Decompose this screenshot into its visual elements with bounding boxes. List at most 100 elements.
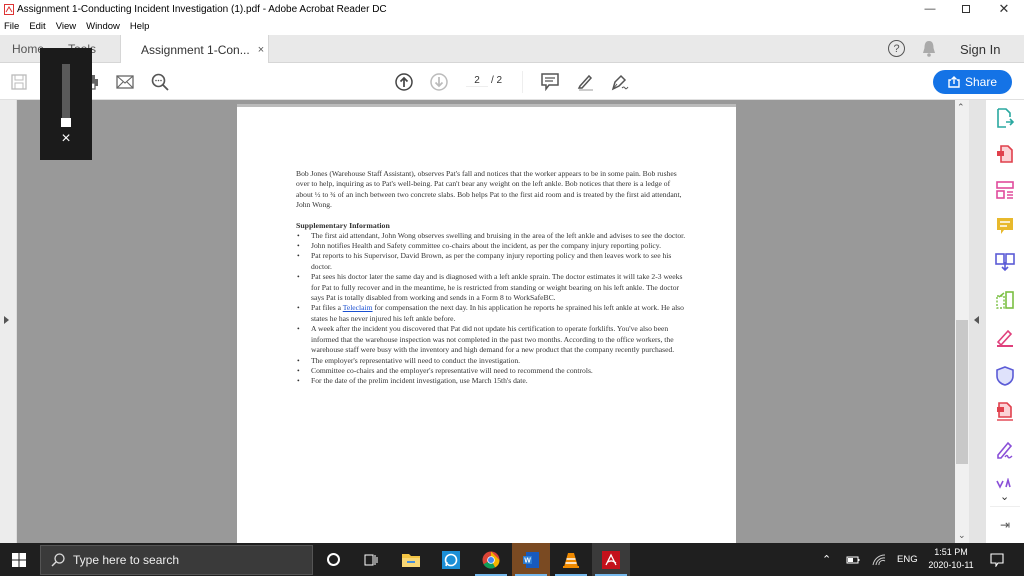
- network-status[interactable]: [872, 543, 886, 576]
- list-item: Pat reports to his Supervisor, David Bro…: [296, 251, 686, 272]
- next-page-button[interactable]: [429, 72, 449, 92]
- pen-nib-sign-icon: [611, 74, 629, 91]
- show-hidden-icons-button[interactable]: ⌃: [822, 543, 831, 576]
- email-icon: [116, 75, 134, 89]
- toolbar: 2 / 2 Share: [0, 63, 1024, 100]
- list-item: The first aid attendant, John Wong obser…: [296, 231, 686, 242]
- tab-document-label: Assignment 1-Con...: [141, 42, 250, 57]
- minimize-button[interactable]: —: [912, 0, 948, 18]
- close-icon: ✕: [998, 1, 1010, 16]
- list-item: For the date of the prelim incident inve…: [296, 376, 686, 387]
- task-view-button[interactable]: [352, 543, 390, 576]
- find-text-button[interactable]: [150, 72, 170, 92]
- taskbar-search-box[interactable]: Type here to search: [40, 545, 313, 575]
- word-icon: W: [523, 551, 539, 568]
- menu-bar: File Edit View Window Help: [0, 18, 1024, 35]
- sign-in-link[interactable]: Sign In: [960, 42, 1000, 57]
- menu-edit[interactable]: Edit: [29, 21, 45, 32]
- restore-button[interactable]: [948, 0, 984, 18]
- list-item: A week after the incident you discovered…: [296, 324, 686, 355]
- acrobat-icon: [602, 550, 620, 569]
- list-item-teleclaim: Pat files a Teleclaim for compensation t…: [296, 303, 686, 324]
- collapse-right-panel-button[interactable]: [974, 316, 979, 324]
- save-button[interactable]: [9, 72, 29, 92]
- file-explorer-app[interactable]: [392, 543, 430, 576]
- minimize-icon: —: [924, 3, 936, 15]
- comment-button[interactable]: [540, 72, 560, 92]
- battery-icon: [846, 556, 860, 563]
- acrobat-reader-app[interactable]: [592, 543, 630, 576]
- list-item: John notifies Health and Safety committe…: [296, 241, 686, 252]
- clock-date: 2020-10-11: [928, 560, 974, 570]
- cortana-icon: [326, 553, 340, 566]
- window-title: Assignment 1-Conducting Incident Investi…: [17, 3, 387, 15]
- teleclaim-link[interactable]: Teleclaim: [343, 303, 373, 312]
- menu-window[interactable]: Window: [86, 21, 120, 32]
- organize-pages-icon[interactable]: [995, 290, 1015, 310]
- clock-time: 1:51 PM: [934, 547, 968, 557]
- tools-divider: [990, 506, 1020, 507]
- chrome-app[interactable]: [472, 543, 510, 576]
- supplementary-heading: Supplementary Information: [296, 220, 390, 230]
- highlight-button[interactable]: [575, 72, 595, 92]
- protect-icon[interactable]: [995, 366, 1015, 386]
- expand-tools-chevron[interactable]: ⌄: [1000, 490, 1009, 503]
- more-tools-icon[interactable]: [995, 478, 1015, 490]
- tab-close-button[interactable]: ×: [258, 44, 264, 56]
- clock[interactable]: 1:51 PM 2020-10-11: [924, 546, 978, 572]
- comment-icon: [541, 73, 559, 91]
- menu-file[interactable]: File: [4, 21, 19, 32]
- incident-paragraph: Bob Jones (Warehouse Staff Assistant), o…: [296, 169, 682, 210]
- action-center-button[interactable]: [990, 543, 1004, 576]
- cortana-button[interactable]: [314, 543, 352, 576]
- language-indicator[interactable]: ENG: [897, 543, 918, 576]
- supplementary-list: The first aid attendant, John Wong obser…: [296, 231, 686, 388]
- menu-view[interactable]: View: [56, 21, 76, 32]
- tab-document[interactable]: Assignment 1-Con... ×: [120, 35, 269, 64]
- svg-text:W: W: [524, 557, 531, 564]
- list-item: Pat sees his doctor later the same day a…: [296, 272, 686, 303]
- whatsapp-app[interactable]: [432, 543, 470, 576]
- word-app[interactable]: W: [512, 543, 550, 576]
- mute-icon[interactable]: ×: [40, 130, 92, 148]
- windows-taskbar: Type here to search W ⌃ ENG 1:51 PM 2020…: [0, 543, 1024, 576]
- volume-overlay: ×: [40, 48, 92, 160]
- create-pdf-icon[interactable]: [995, 144, 1015, 164]
- help-button[interactable]: ?: [888, 40, 905, 57]
- collapse-tools-pane-button[interactable]: ⇥: [1000, 518, 1010, 532]
- battery-status[interactable]: [846, 543, 860, 576]
- chevron-up-icon: ⌃: [822, 554, 832, 566]
- request-signature-icon[interactable]: [995, 440, 1015, 460]
- wifi-icon: [872, 553, 886, 565]
- menu-help[interactable]: Help: [130, 21, 150, 32]
- notification-icon: [990, 552, 1004, 567]
- previous-page-button[interactable]: [394, 72, 414, 92]
- volume-slider-thumb[interactable]: [61, 118, 71, 127]
- folder-icon: [402, 553, 420, 567]
- pdf-page: Bob Jones (Warehouse Staff Assistant), o…: [237, 104, 736, 544]
- compress-pdf-icon[interactable]: [995, 402, 1015, 422]
- start-button[interactable]: [12, 553, 26, 567]
- highlighter-pen-icon: [577, 74, 593, 91]
- combine-files-icon[interactable]: [995, 252, 1015, 272]
- restore-icon: [962, 5, 970, 13]
- scroll-up-button[interactable]: ⌃: [957, 102, 965, 113]
- chrome-icon: [482, 551, 500, 569]
- volume-slider-track[interactable]: [62, 64, 70, 126]
- edit-pdf-icon[interactable]: [995, 180, 1015, 200]
- expand-left-panel-button[interactable]: [4, 316, 9, 324]
- export-pdf-icon[interactable]: [995, 108, 1015, 128]
- share-button[interactable]: Share: [933, 70, 1012, 94]
- notification-bell-icon[interactable]: [921, 40, 937, 58]
- toolbar-divider: [522, 71, 523, 93]
- search-placeholder: Type here to search: [73, 553, 180, 567]
- email-button[interactable]: [115, 72, 135, 92]
- scrollbar-thumb[interactable]: [956, 320, 968, 464]
- comment-tool-icon[interactable]: [995, 216, 1015, 236]
- close-window-button[interactable]: ✕: [986, 0, 1022, 18]
- fill-sign-button[interactable]: [610, 72, 630, 92]
- vlc-app[interactable]: [552, 543, 590, 576]
- page-number-input[interactable]: 2: [466, 75, 488, 87]
- scroll-down-button[interactable]: ⌄: [958, 530, 966, 541]
- fill-sign-tool-icon[interactable]: [995, 328, 1015, 348]
